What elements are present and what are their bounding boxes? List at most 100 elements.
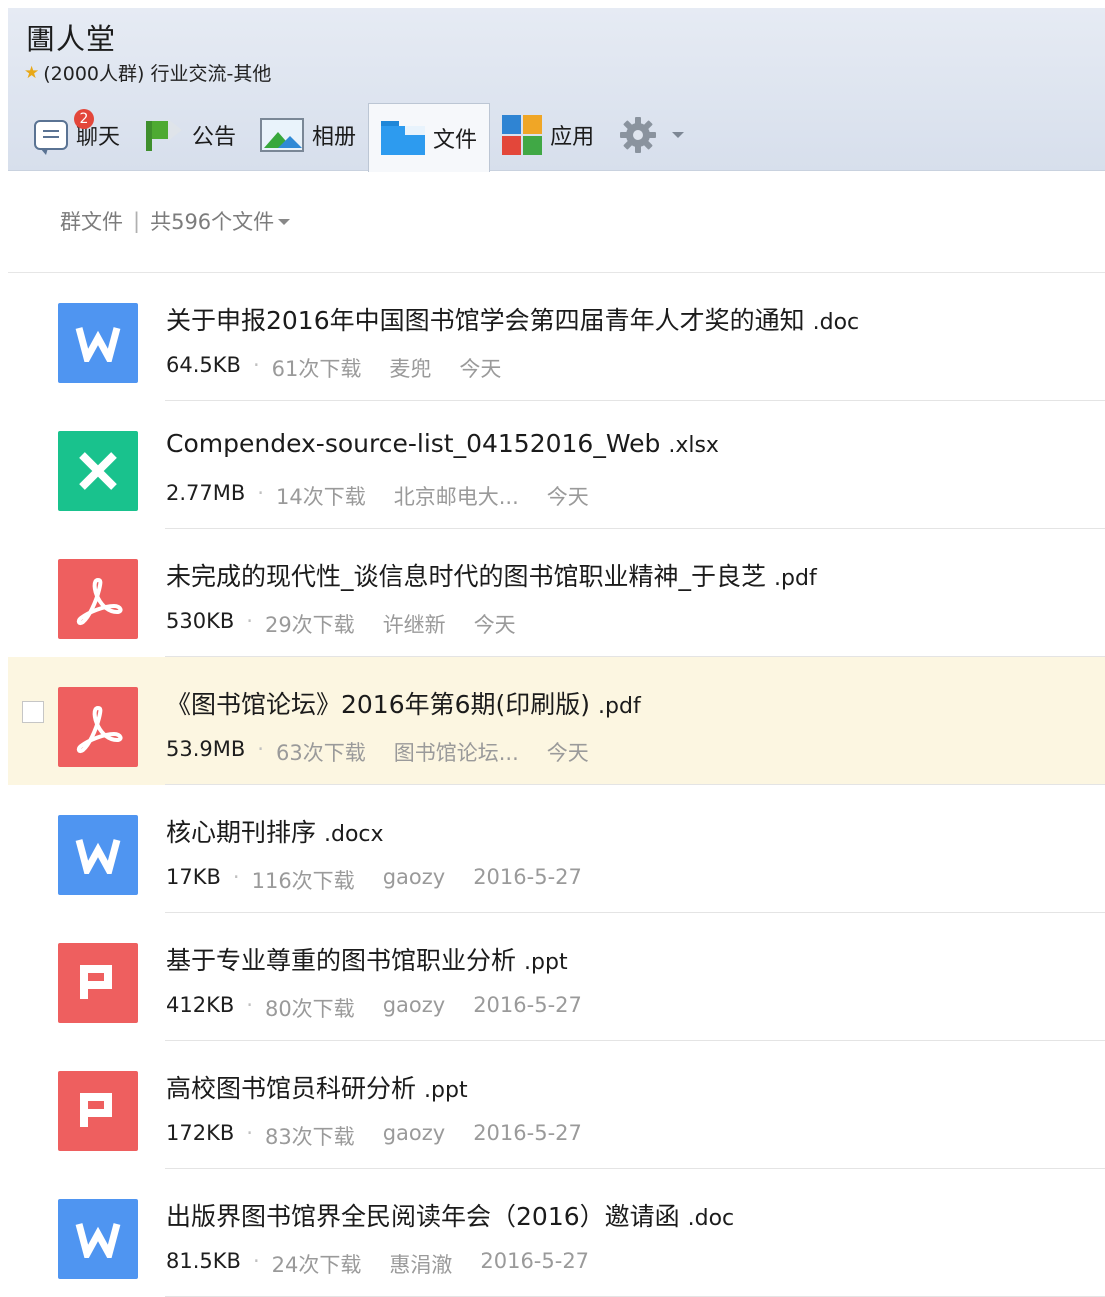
tab-chat[interactable]: 2 聊天 (22, 103, 132, 167)
tab-files[interactable]: 文件 (368, 103, 491, 172)
file-row[interactable]: 基于专业尊重的图书馆职业分析 .ppt 412KB · 80次下载 gaozy 2… (8, 913, 1105, 1041)
download-count: 24次下载 (271, 1253, 362, 1277)
upload-date: 今天 (546, 741, 589, 765)
file-extension: .ppt (424, 1078, 468, 1103)
group-toolbar: 2 聊天 公告 相册 文件 应用 (22, 100, 696, 172)
file-row[interactable]: 未完成的现代性_谈信息时代的图书馆职业精神_于良芝 .pdf 530KB · 29… (8, 529, 1105, 657)
download-count: 63次下载 (275, 741, 366, 765)
file-meta: 172KB · 83次下载 gaozy 2016-5-27 (166, 1121, 582, 1151)
uploader-name[interactable]: 图书馆论坛... (394, 737, 519, 767)
file-row[interactable]: 出版界图书馆界全民阅读年会（2016）邀请函 .doc 81.5KB · 24次下… (8, 1169, 1105, 1297)
file-extension: .xlsx (668, 433, 719, 458)
uploader-name[interactable]: 许继新 (383, 609, 446, 639)
file-name[interactable]: 关于申报2016年中国图书馆学会第四届青年人才奖的通知 (166, 306, 805, 335)
download-count: 14次下载 (275, 485, 366, 509)
download-count: 83次下载 (264, 1125, 355, 1149)
tab-apps[interactable]: 应用 (490, 103, 606, 167)
file-meta: 64.5KB · 61次下载 麦兜 今天 (166, 353, 501, 383)
download-count: 80次下载 (264, 997, 355, 1021)
file-meta: 412KB · 80次下载 gaozy 2016-5-27 (166, 993, 582, 1023)
file-name-line: 关于申报2016年中国图书馆学会第四届青年人才奖的通知 .doc (166, 301, 859, 337)
meta-dot: · (257, 481, 264, 505)
file-extension: .doc (812, 310, 860, 335)
upload-date: 今天 (459, 357, 502, 381)
file-size: 412KB (166, 993, 235, 1017)
file-name-line: 基于专业尊重的图书馆职业分析 .ppt (166, 941, 568, 977)
file-name[interactable]: 高校图书馆员科研分析 (166, 1074, 416, 1103)
breadcrumb-section[interactable]: 群文件 (60, 206, 123, 236)
download-count: 61次下载 (271, 357, 362, 381)
tab-label: 公告 (192, 125, 237, 150)
file-size: 53.9MB (166, 737, 246, 761)
photo-album-icon (260, 118, 305, 152)
tab-album[interactable]: 相册 (248, 103, 368, 167)
file-row[interactable]: 《图书馆论坛》2016年第6期(印刷版) .pdf 53.9MB · 63次下载 … (8, 657, 1105, 785)
file-size: 64.5KB (166, 353, 241, 377)
word-file-icon (58, 815, 138, 895)
chevron-down-icon (278, 219, 291, 225)
file-extension: .pdf (774, 566, 817, 591)
tab-label: 应用 (550, 125, 595, 150)
upload-date: 2016-5-27 (473, 993, 582, 1017)
uploader-name[interactable]: gaozy (383, 993, 446, 1023)
file-extension: .doc (687, 1206, 735, 1231)
upload-date: 今天 (546, 485, 589, 509)
meta-dot: · (252, 353, 260, 377)
ppt-file-icon (58, 1071, 138, 1151)
unread-badge: 2 (74, 109, 94, 129)
uploader-name[interactable]: gaozy (383, 865, 446, 895)
file-count-dropdown[interactable]: 共596个文件 (150, 206, 291, 236)
upload-date: 今天 (473, 613, 516, 637)
file-size: 172KB (166, 1121, 235, 1145)
group-info: (2000人群) 行业交流-其他 (43, 63, 272, 85)
file-extension: .ppt (524, 950, 568, 975)
meta-dot: · (246, 609, 253, 633)
file-name-line: 《图书馆论坛》2016年第6期(印刷版) .pdf (166, 685, 641, 721)
upload-date: 2016-5-27 (473, 1121, 582, 1145)
group-title: 圕人堂 (26, 22, 117, 56)
select-checkbox[interactable] (22, 701, 44, 723)
uploader-name[interactable]: 北京邮电大... (394, 481, 519, 511)
file-name[interactable]: 核心期刊排序 (166, 818, 316, 847)
meta-dot: · (257, 737, 264, 761)
file-name[interactable]: 《图书馆论坛》2016年第6期(印刷版) (166, 690, 590, 719)
file-list: 关于申报2016年中国图书馆学会第四届青年人才奖的通知 .doc 64.5KB ·… (8, 273, 1105, 1297)
ppt-file-icon (58, 943, 138, 1023)
settings-menu-button[interactable] (606, 103, 696, 167)
meta-dot: · (252, 1249, 260, 1273)
file-name-line: 核心期刊排序 .docx (166, 813, 384, 849)
download-count: 116次下载 (251, 869, 355, 893)
file-meta: 17KB · 116次下载 gaozy 2016-5-27 (166, 865, 582, 895)
excel-file-icon (58, 431, 138, 511)
file-row[interactable]: 高校图书馆员科研分析 .ppt 172KB · 83次下载 gaozy 2016-… (8, 1041, 1105, 1169)
uploader-name[interactable]: gaozy (383, 1121, 446, 1151)
file-extension: .pdf (598, 694, 641, 719)
file-name-line: 出版界图书馆界全民阅读年会（2016）邀请函 .doc (166, 1197, 734, 1233)
word-file-icon (58, 1199, 138, 1279)
file-name[interactable]: Compendex-source-list_04152016_Web (166, 429, 660, 458)
pdf-file-icon (58, 559, 138, 639)
apps-icon (502, 115, 543, 155)
file-name-line: 未完成的现代性_谈信息时代的图书馆职业精神_于良芝 .pdf (166, 557, 817, 593)
file-row[interactable]: 核心期刊排序 .docx 17KB · 116次下载 gaozy 2016-5-2… (8, 785, 1105, 913)
star-icon: ★ (24, 62, 40, 83)
meta-dot: · (232, 865, 240, 889)
tab-announcement[interactable]: 公告 (132, 103, 248, 167)
meta-dot: · (246, 993, 253, 1017)
breadcrumb-separator: | (133, 209, 141, 233)
file-name[interactable]: 基于专业尊重的图书馆职业分析 (166, 946, 516, 975)
file-meta: 53.9MB · 63次下载 图书馆论坛... 今天 (166, 737, 589, 767)
file-row[interactable]: Compendex-source-list_04152016_Web .xlsx … (8, 401, 1105, 529)
file-size: 2.77MB (166, 481, 246, 505)
file-meta: 81.5KB · 24次下载 惠涓澈 2016-5-27 (166, 1249, 589, 1279)
meta-dot: · (246, 1121, 253, 1145)
uploader-name[interactable]: 惠涓澈 (389, 1249, 452, 1279)
folder-icon (381, 121, 426, 155)
uploader-name[interactable]: 麦兜 (389, 353, 431, 383)
upload-date: 2016-5-27 (473, 865, 582, 889)
file-name[interactable]: 未完成的现代性_谈信息时代的图书馆职业精神_于良芝 (166, 562, 766, 591)
file-size: 17KB (166, 865, 221, 889)
file-name[interactable]: 出版界图书馆界全民阅读年会（2016）邀请函 (166, 1202, 680, 1231)
file-row[interactable]: 关于申报2016年中国图书馆学会第四届青年人才奖的通知 .doc 64.5KB ·… (8, 273, 1105, 401)
upload-date: 2016-5-27 (480, 1249, 590, 1273)
